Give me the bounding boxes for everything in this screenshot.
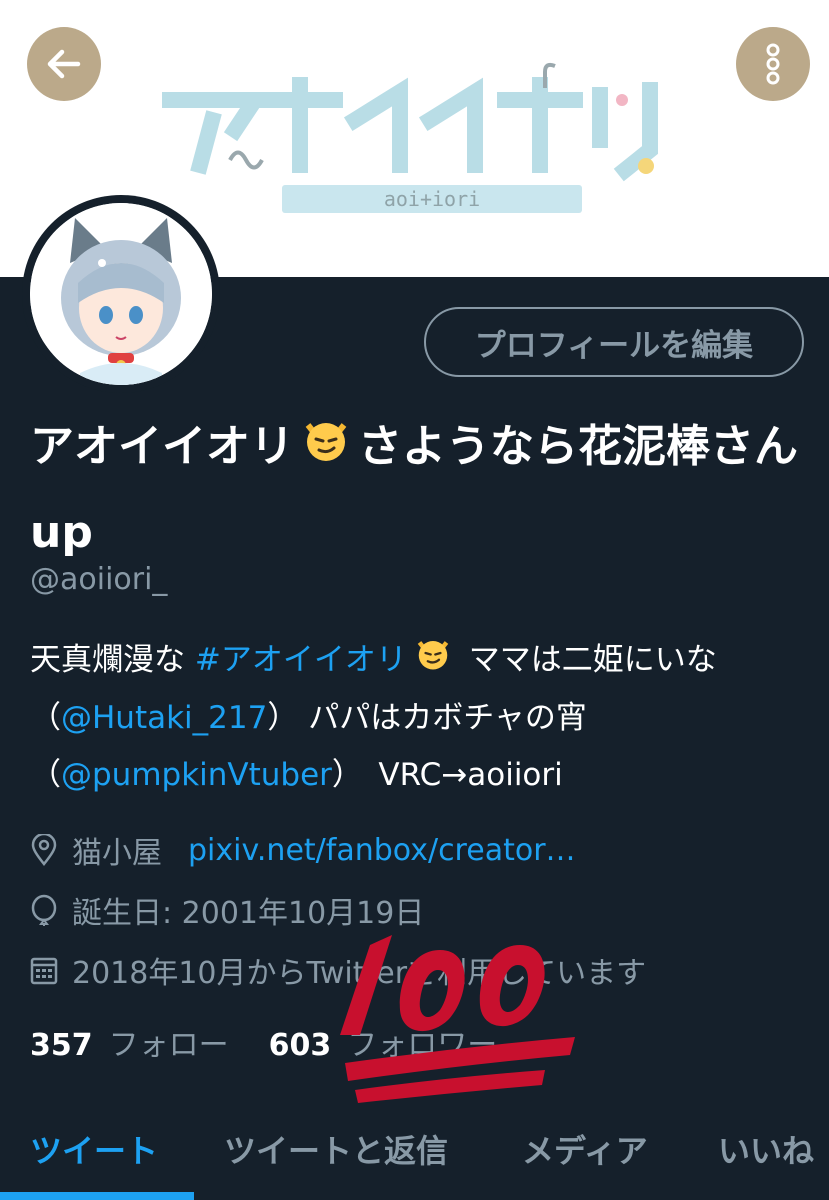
arrow-left-icon [47, 49, 81, 79]
display-name-part1: アオイイオリ [30, 421, 294, 472]
following-link[interactable]: 357 フォロー [30, 1020, 229, 1064]
following-count: 357 [30, 1028, 93, 1063]
active-tab-indicator [0, 1192, 194, 1200]
follow-stats: 357 フォロー 603 フォロワー [30, 1020, 497, 1064]
location-text: 猫小屋 [72, 836, 162, 871]
tab-tweets[interactable]: ツイート [30, 1126, 158, 1172]
profile-tabs: ツイート ツイートと返信 メディア いいね [0, 1118, 829, 1200]
profile-bio: 天真爛漫な #アオイイオリ ママは二姫にいな（@Hutaki_217） パパはカ… [30, 632, 820, 804]
bio-hashtag-link[interactable]: #アオイイオリ [195, 642, 407, 678]
tab-tweets-and-replies[interactable]: ツイートと返信 [224, 1126, 448, 1172]
smirking-cat-emoji [415, 633, 451, 690]
bio-mention-link[interactable]: @pumpkinVtuber [61, 757, 332, 793]
back-button[interactable] [27, 27, 101, 101]
bio-mention-link[interactable]: @Hutaki_217 [61, 700, 267, 736]
display-name: アオイイオリ さようなら花泥棒さんup [30, 405, 810, 575]
vertical-dots-icon [766, 43, 780, 85]
avatar-image [30, 203, 212, 385]
calendar-icon [30, 957, 58, 985]
followers-count: 603 [268, 1028, 332, 1063]
birthday-text: 誕生日: 2001年10月19日 [72, 896, 425, 931]
following-label: フォロー [108, 1028, 229, 1063]
tab-likes[interactable]: いいね [718, 1126, 814, 1172]
joined-text: 2018年10月からTwitterを利用しています [72, 956, 647, 991]
edit-profile-button[interactable]: プロフィールを編集 [424, 307, 804, 377]
tab-media[interactable]: メディア [522, 1126, 648, 1172]
birthday-row: 誕生日: 2001年10月19日 [30, 888, 424, 932]
followers-label: フォロワー [347, 1028, 498, 1063]
banner-logo-subtext: aoi+iori [384, 187, 480, 211]
user-handle: @aoiiori_ [30, 562, 168, 597]
smirking-cat-emoji [302, 407, 350, 491]
followers-link[interactable]: 603 フォロワー [269, 1020, 498, 1064]
bio-text: 天真爛漫な [30, 642, 195, 678]
joined-row: 2018年10月からTwitterを利用しています [30, 948, 646, 992]
bio-text: ） VRC→aoiiori [331, 757, 563, 793]
location-pin-icon [31, 834, 57, 866]
website-link[interactable]: pixiv.net/fanbox/creator… [188, 833, 576, 868]
balloon-icon [31, 894, 57, 926]
profile-avatar[interactable] [22, 195, 220, 393]
more-options-button[interactable] [736, 27, 810, 101]
location-row: 猫小屋 pixiv.net/fanbox/creator… [30, 828, 576, 872]
